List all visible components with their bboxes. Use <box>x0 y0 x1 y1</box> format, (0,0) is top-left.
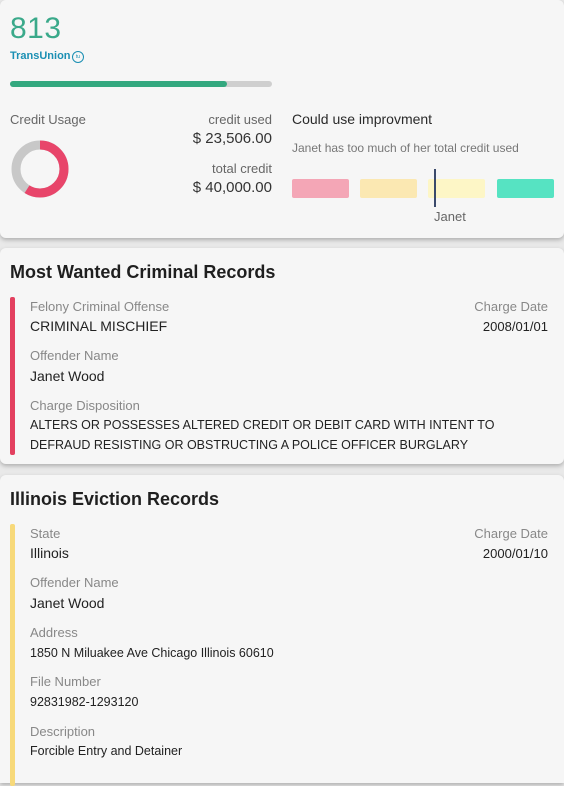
file-number-value: 92831982-1293120 <box>30 695 139 709</box>
description-value: Forcible Entry and Detainer <box>30 744 183 758</box>
credit-status-title: Could use improvment <box>292 111 433 127</box>
transunion-badge-icon: tu <box>72 51 84 63</box>
criminal-charge-date-value: 2008/01/01 <box>482 319 548 334</box>
usage-scale-marker-label: Janet <box>434 209 466 224</box>
credit-status-description: Janet has too much of her total credit u… <box>292 141 519 155</box>
usage-scale-segment-fair <box>360 179 417 198</box>
total-credit-value: $ 40,000.00 <box>192 179 272 196</box>
eviction-charge-date-value: 2000/01/10 <box>482 546 548 561</box>
total-credit-label: total credit <box>212 161 272 176</box>
offense-value: CRIMINAL MISCHIEF <box>30 318 168 334</box>
criminal-records-title: Most Wanted Criminal Records <box>10 262 276 282</box>
credit-usage-donut-chart <box>11 140 69 198</box>
criminal-records-card: Most Wanted Criminal Records Felony Crim… <box>0 248 564 464</box>
eviction-records-title: Illinois Eviction Records <box>10 489 220 509</box>
offense-label: Felony Criminal Offense <box>30 299 170 314</box>
eviction-records-card: Illinois Eviction Records State Illinois… <box>0 475 564 786</box>
transunion-logo: TransUnion <box>10 50 71 62</box>
score-progress-fill <box>10 81 228 87</box>
criminal-offender-label: Offender Name <box>30 348 119 363</box>
usage-scale-segment-poor <box>292 179 349 198</box>
criminal-accent-bar <box>10 297 15 455</box>
criminal-offender-value: Janet Wood <box>30 368 105 384</box>
eviction-offender-label: Offender Name <box>30 575 119 590</box>
disposition-line-2: DEFRAUD RESISTING OR OBSTRUCTING A POLIC… <box>30 438 469 452</box>
usage-scale-segment-good <box>428 179 485 198</box>
eviction-charge-date-label: Charge Date <box>474 526 548 541</box>
credit-used-label: credit used <box>208 112 272 127</box>
usage-scale-segment-excellent <box>497 179 554 198</box>
eviction-offender-value: Janet Wood <box>30 595 105 611</box>
disposition-label: Charge Disposition <box>30 398 140 413</box>
state-label: State <box>30 526 61 541</box>
state-value: Illinois <box>30 545 69 561</box>
address-value: 1850 N Miluakee Ave Chicago Illinois 606… <box>30 646 274 660</box>
criminal-charge-date-label: Charge Date <box>474 299 548 314</box>
credit-score-card: 813 TransUnion tu Credit Usage credit us… <box>0 0 564 238</box>
credit-score-value: 813 <box>10 12 62 45</box>
credit-used-value: $ 23,506.00 <box>192 130 272 147</box>
eviction-accent-bar <box>10 524 15 786</box>
credit-usage-label: Credit Usage <box>10 112 86 127</box>
address-label: Address <box>30 625 78 640</box>
description-label: Description <box>30 724 96 739</box>
file-number-label: File Number <box>30 674 101 689</box>
score-progress-bar <box>10 81 272 87</box>
disposition-line-1: ALTERS OR POSSESSES ALTERED CREDIT OR DE… <box>30 418 495 432</box>
usage-scale-marker <box>434 169 436 207</box>
